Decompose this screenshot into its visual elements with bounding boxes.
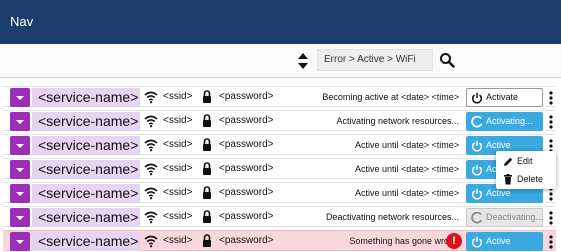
service-name: <service-name> [32,160,140,179]
menu-item-edit[interactable]: Edit [496,153,556,171]
expand-toggle[interactable] [10,184,30,203]
power-icon [472,188,482,200]
service-name: <service-name> [32,184,140,203]
service-row[interactable]: <service-name> <ssid> <password> Deactivati… [3,206,556,227]
service-row[interactable]: <service-name> <ssid> <password> Active unt… [3,182,556,203]
power-icon [472,92,482,104]
nav-title: Nav [10,14,34,29]
expand-toggle[interactable] [10,208,30,227]
password-value: <password> [219,187,274,198]
status-text: Becoming active at <date> <time> [322,92,459,102]
expand-toggle[interactable] [10,232,30,251]
ssid-value: <ssid> [163,235,193,246]
password-value: <password> [219,235,274,246]
service-name: <service-name> [32,232,140,251]
activation-button-label: Activate [486,92,519,102]
expand-toggle[interactable] [10,112,30,131]
lock-icon [203,162,211,175]
service-row[interactable]: <service-name> <ssid> <password> Something … [3,230,556,251]
service-name: <service-name> [32,112,140,131]
kebab-icon[interactable] [549,91,553,105]
ssid-value: <ssid> [163,115,193,126]
wifi-icon [144,235,158,248]
activation-button-label: Active [486,140,511,150]
expand-toggle[interactable] [10,160,30,179]
status-text: Something has gone wrong [349,236,459,246]
spinner-icon [471,212,483,224]
service-row[interactable]: <service-name> <ssid> <password> Activating… [3,110,556,131]
lock-icon [203,138,211,151]
wifi-icon [144,163,158,176]
navbar: Nav [0,0,561,44]
status-text: Activating network resources... [336,116,459,126]
status-text: Active until <date> <time> [354,188,459,198]
wifi-icon [144,211,158,224]
menu-item-delete-label: Delete [517,174,544,184]
activation-button-label: Deactivating... [486,212,544,222]
status-text: Active until <date> <time> [354,140,459,150]
kebab-icon[interactable] [549,211,553,225]
sort-icon[interactable] [297,52,309,70]
kebab-icon[interactable] [549,235,553,249]
status-text: Deactivating network resources... [325,212,459,222]
wifi-icon [144,91,158,104]
kebab-icon[interactable] [549,115,553,129]
error-icon: ! [446,233,462,249]
lock-icon [203,90,211,103]
power-icon [472,164,482,176]
password-value: <password> [219,91,274,102]
lock-icon [203,114,211,127]
lock-icon [203,234,211,247]
password-value: <password> [219,211,274,222]
activation-button[interactable]: Deactivating... [466,208,543,227]
activation-button[interactable]: Activating... [466,112,543,131]
service-name: <service-name> [32,208,140,227]
password-value: <password> [219,139,274,150]
expand-toggle[interactable] [10,136,30,155]
password-value: <password> [219,115,274,126]
ssid-value: <ssid> [163,139,193,150]
expand-toggle[interactable] [10,88,30,107]
activation-button-label: Active [486,188,511,198]
ssid-value: <ssid> [163,91,193,102]
ssid-value: <ssid> [163,187,193,198]
ssid-value: <ssid> [163,163,193,174]
pencil-icon [504,157,513,166]
activation-button-label: Active [486,236,511,246]
search-icon[interactable] [439,52,455,68]
service-row[interactable]: <service-name> <ssid> <password> Active unt… [3,158,556,179]
lock-icon [203,186,211,199]
service-row[interactable]: <service-name> <ssid> <password> Becoming a… [3,86,556,107]
password-value: <password> [219,163,274,174]
menu-item-delete[interactable]: Delete [496,171,556,189]
service-name: <service-name> [32,88,140,107]
power-icon [472,236,482,248]
toolbar: Error > Active > WiFi [0,44,561,78]
kebab-icon[interactable] [549,187,553,201]
activation-button[interactable]: Active [466,232,543,251]
spinner-icon [471,116,483,128]
activation-button[interactable]: Activate [466,88,543,107]
menu-item-edit-label: Edit [517,156,533,166]
service-row[interactable]: <service-name> <ssid> <password> Active unt… [3,134,556,155]
filter-breadcrumb[interactable]: Error > Active > WiFi [317,49,433,71]
activation-button-label: Activating... [486,116,533,126]
wifi-icon [144,187,158,200]
row-context-menu: Edit Delete [496,151,556,189]
status-text: Active until <date> <time> [354,164,459,174]
service-name: <service-name> [32,136,140,155]
power-icon [472,140,482,152]
wifi-icon [144,115,158,128]
lock-icon [203,210,211,223]
ssid-value: <ssid> [163,211,193,222]
wifi-icon [144,139,158,152]
trash-icon [504,174,512,185]
